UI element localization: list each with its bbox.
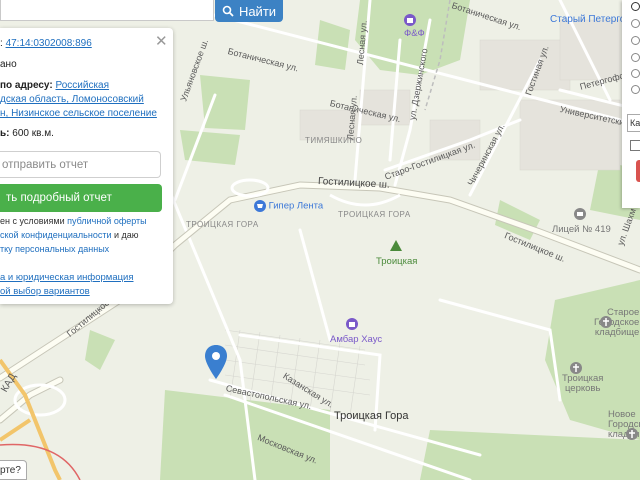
cross-icon [626,428,638,443]
shopping-bag-icon[interactable] [346,318,358,333]
place-label: ТРОИЦКАЯ ГОРА [338,210,411,219]
place-label: ТРОИЦКАЯ ГОРА [186,220,259,229]
tree-icon [390,240,402,255]
personal-data-link[interactable]: тку персональных данных [0,244,109,254]
footer-line: ой выбор вариантов [0,286,90,297]
cadastral-prefix: : [0,38,3,49]
layer-radio[interactable] [631,19,640,28]
legal-line: ен с условиями публичной оферты [0,216,147,226]
poi-label: Гипер Лента [268,200,324,212]
detailed-report-button[interactable]: ть подробный отчет [0,184,162,212]
red-action-button[interactable] [636,160,640,182]
legal-line: тку персональных данных [0,244,109,254]
poi-label: церковь [564,383,601,394]
search-button-label: Найти [238,3,277,19]
shop-poi[interactable] [404,14,416,29]
legal-text: ен с условиями [0,216,68,226]
cross-icon [600,316,612,331]
layer-radio[interactable] [631,85,640,94]
area-value: 600 кв.м. [12,128,54,139]
shopping-bag-icon [404,14,416,26]
place-label: ТИМЯШКИНО [305,136,363,145]
poi-label: Ф&Ф [404,28,425,39]
map-pin-icon[interactable] [205,345,227,379]
address-label: по адресу: [0,80,53,91]
legal-line: ской конфиденциальности и даю [0,230,139,240]
poi-label: Лицей № 419 [552,224,611,235]
help-bubble[interactable]: рте? [0,460,27,480]
legal-info-link[interactable]: а и юридическая информация [0,272,134,283]
status-text: ано [0,59,17,70]
place-label: Троицкая Гора [334,410,409,422]
cadastral-row: : 47:14:0302008:896 [0,38,92,49]
address-line: дская область, Ломоносовский [0,94,144,105]
layer-radio[interactable] [631,2,640,11]
area-row: ь: 600 кв.м. [0,128,54,139]
cart-icon [254,200,266,212]
cadastral-number-link[interactable]: 47:14:0302008:896 [6,38,92,49]
layer-search-input[interactable]: Кад [627,114,640,132]
address-link[interactable]: Российская [55,80,109,91]
options-link[interactable]: ой выбор вариантов [0,286,90,297]
close-icon[interactable]: ✕ [155,32,168,50]
send-report-button[interactable]: отправить отчет [0,151,161,178]
layer-radio[interactable] [631,36,640,45]
layer-radio[interactable] [631,69,640,78]
address-line: н, Низинское сельское поселение [0,108,157,119]
area-label: ь: [0,128,10,139]
church-icon [570,362,582,377]
privacy-link[interactable]: ской конфиденциальности [0,230,112,240]
layer-radio[interactable] [631,53,640,62]
layer-checkbox[interactable] [630,140,640,151]
school-icon[interactable] [574,208,586,223]
search-button[interactable]: Найти [215,0,283,22]
poi-label: Троицкая [376,256,418,267]
church-poi: Троицкая церковь [562,374,603,394]
hypermarket-poi[interactable]: Гипер Лента [254,200,323,212]
address-link[interactable]: дская область, Ломоносовский [0,94,144,105]
parcel-info-panel: ✕ : 47:14:0302008:896 ано по адресу: Рос… [0,28,173,304]
search-input[interactable] [0,0,214,21]
search-icon [222,5,234,17]
address-link[interactable]: н, Низинское сельское поселение [0,108,157,119]
address-row: по адресу: Российская [0,80,109,91]
legal-text: и даю [111,230,139,240]
offer-link[interactable]: публичной оферты [67,216,147,226]
poi-label: Амбар Хаус [330,334,383,345]
footer-line: а и юридическая информация [0,272,134,283]
